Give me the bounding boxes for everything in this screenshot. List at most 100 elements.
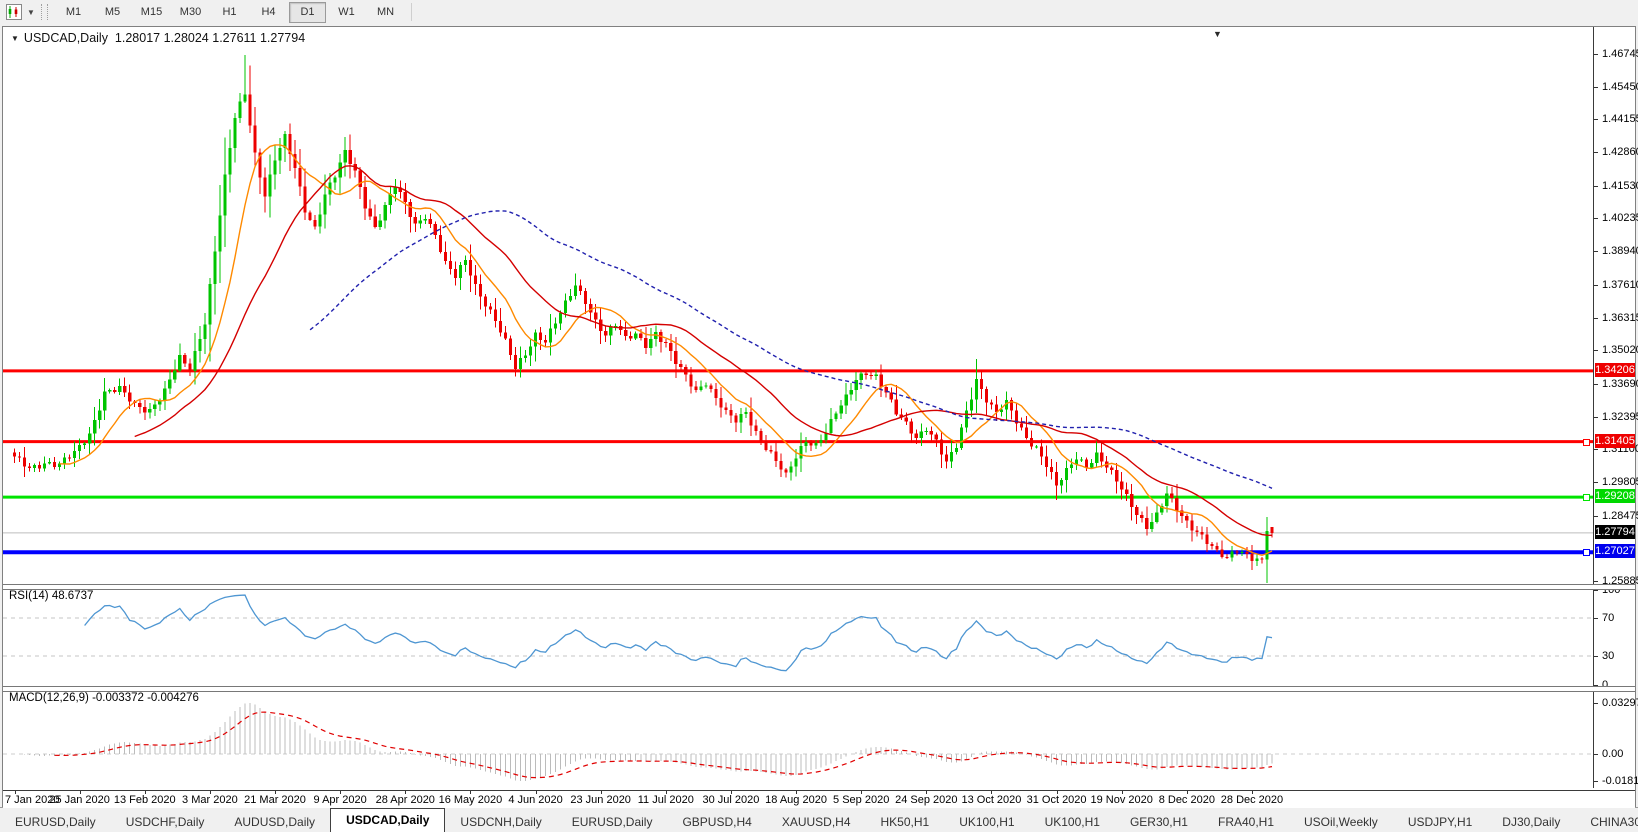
price-axis-tick — [1594, 449, 1598, 451]
date-label: 11 Jul 2020 — [637, 794, 694, 806]
price-axis-tick — [1594, 54, 1598, 55]
date-label: 25 Jan 2020 — [49, 794, 110, 806]
price-axis-tick — [1594, 581, 1598, 583]
timeframe-button-mn[interactable]: MN — [367, 2, 404, 23]
toolbar-grip[interactable] — [41, 4, 48, 20]
price-axis-label: 1.42860 — [1602, 146, 1638, 159]
date-label: 28 Dec 2020 — [1220, 794, 1284, 806]
macd-pane[interactable] — [3, 690, 1593, 790]
chart-tab-fra40-h1[interactable]: FRA40,H1 — [1203, 812, 1289, 832]
price-axis-label: 1.46745 — [1602, 48, 1638, 60]
price-axis-tick — [1594, 218, 1598, 220]
chart-tab-eurusd-daily[interactable]: EURUSD,Daily — [0, 812, 111, 832]
price-axis-tick — [1594, 416, 1598, 418]
date-label: 24 Sep 2020 — [895, 794, 958, 806]
chart-tab-usdjpy-h1[interactable]: USDJPY,H1 — [1393, 812, 1487, 832]
rsi-indicator-label: RSI(14) 48.6737 — [9, 590, 94, 602]
price-axis-tick — [1594, 515, 1598, 517]
down-triangle-icon[interactable]: ▼ — [11, 34, 19, 43]
price-axis-label: 1.36315 — [1602, 311, 1638, 324]
price-axis-tick — [1594, 284, 1598, 286]
chart-tab-uk100-h1[interactable]: UK100,H1 — [944, 812, 1029, 832]
timeframe-button-h4[interactable]: H4 — [250, 2, 287, 23]
chart-tab-ger30-h1[interactable]: GER30,H1 — [1115, 812, 1203, 832]
price-axis-tick — [1594, 383, 1598, 385]
macd-indicator-label: MACD(12,26,9) -0.003372 -0.004276 — [9, 692, 199, 704]
timeframe-button-m30[interactable]: M30 — [172, 2, 209, 23]
chart-tab-china300-h1[interactable]: CHINA300,H1 — [1575, 812, 1638, 832]
ma-line-25[interactable] — [134, 165, 1273, 536]
timeframe-button-m15[interactable]: M15 — [133, 2, 170, 23]
price-axis-tick — [1594, 482, 1598, 484]
date-label: 30 Jul 2020 — [702, 794, 760, 806]
price-badge: 1.34206 — [1595, 362, 1635, 377]
price-axis-label: 1.32395 — [1602, 410, 1638, 423]
chart-shift-marker[interactable]: ▼ — [1213, 29, 1222, 39]
date-label: 18 Aug 2020 — [765, 794, 827, 806]
price-axis-label: 1.44155 — [1602, 113, 1638, 126]
level-line-handle[interactable] — [1583, 549, 1590, 557]
ma-line-60[interactable] — [309, 210, 1273, 489]
date-label: 9 Apr 2020 — [313, 794, 367, 806]
chart-title: ▼ USDCAD,Daily 1.28017 1.28024 1.27611 1.… — [11, 31, 305, 45]
price-axis-tick — [1594, 251, 1598, 253]
candlestick-chart-icon — [6, 4, 22, 20]
price-axis-tick — [1594, 86, 1598, 88]
chart-tab-xauusd-h4[interactable]: XAUUSD,H4 — [767, 812, 866, 832]
level-line-handle[interactable] — [1583, 494, 1590, 502]
date-label: 16 May 2020 — [438, 794, 503, 806]
chart-window: ▼ USDCAD,Daily 1.28017 1.28024 1.27611 1.… — [2, 26, 1638, 808]
timeframe-toolbar: ▼ M1 M5 M15 M30 H1 H4 D1 W1 MN — [0, 0, 1638, 24]
date-label: 13 Oct 2020 — [961, 794, 1022, 806]
rsi-axis-label: 30 — [1602, 650, 1615, 662]
price-axis-label: 1.33690 — [1602, 377, 1638, 390]
pane-splitter[interactable] — [3, 686, 1635, 692]
date-label: 13 Feb 2020 — [113, 794, 176, 806]
chart-tab-usdcnh-daily[interactable]: USDCNH,Daily — [445, 812, 556, 832]
timeframe-button-m5[interactable]: M5 — [94, 2, 131, 23]
price-axis-label: 1.35020 — [1602, 344, 1638, 357]
horizontal-level-lines[interactable] — [3, 369, 1593, 555]
timeframe-button-d1[interactable]: D1 — [289, 1, 326, 23]
chart-tab-dj30-daily[interactable]: DJ30,Daily — [1487, 812, 1575, 832]
candlestick-chart-icon[interactable] — [3, 2, 25, 22]
rsi-pane[interactable] — [3, 588, 1593, 686]
date-label: 31 Oct 2020 — [1026, 794, 1087, 806]
rsi-axis-tick — [1594, 656, 1598, 657]
price-axis-label: 1.41530 — [1602, 179, 1638, 192]
chart-symbol-label: USDCAD,Daily — [23, 31, 108, 45]
candles-layer — [12, 54, 1274, 583]
macd-axis-label: 0.00 — [1602, 748, 1624, 760]
price-axis-separator — [1593, 27, 1594, 788]
date-label: 4 Jun 2020 — [508, 794, 563, 806]
chart-tab-uk100-h1[interactable]: UK100,H1 — [1030, 812, 1115, 832]
macd-axis-tick — [1594, 754, 1598, 755]
timeframe-button-w1[interactable]: W1 — [328, 2, 365, 23]
date-label: 8 Dec 2020 — [1158, 794, 1215, 806]
date-axis: 7 Jan 2020 25 Jan 2020 13 Feb 2020 3 Mar 20… — [3, 790, 1635, 808]
price-axis-tick — [1594, 119, 1598, 121]
timeframe-button-m1[interactable]: M1 — [55, 2, 92, 23]
price-axis-label: 1.29805 — [1602, 476, 1638, 489]
price-badge: 1.31405 — [1595, 433, 1635, 448]
chart-tab-usdchf-daily[interactable]: USDCHF,Daily — [111, 812, 220, 832]
chart-tab-audusd-daily[interactable]: AUDUSD,Daily — [219, 812, 330, 832]
timeframe-button-h1[interactable]: H1 — [211, 2, 248, 23]
price-badge: 1.27794 — [1595, 524, 1635, 539]
main-price-pane[interactable] — [3, 27, 1593, 584]
rsi-axis-label: 70 — [1602, 612, 1615, 624]
pane-splitter[interactable] — [3, 584, 1635, 590]
level-line-handle[interactable] — [1583, 438, 1590, 446]
price-axis-tick — [1594, 317, 1598, 319]
chart-tab-usdcad-daily[interactable]: USDCAD,Daily — [330, 808, 446, 832]
price-axis-tick — [1594, 185, 1598, 187]
chevron-down-icon[interactable]: ▼ — [25, 8, 37, 17]
chart-tab-hk50-h1[interactable]: HK50,H1 — [866, 812, 945, 832]
chart-tab-usoil-weekly[interactable]: USOil,Weekly — [1289, 812, 1393, 832]
price-axis-label: 1.37610 — [1602, 278, 1638, 291]
chart-tab-gbpusd-h4[interactable]: GBPUSD,H4 — [667, 812, 766, 832]
chart-tab-eurusd-daily[interactable]: EURUSD,Daily — [557, 812, 668, 832]
macd-axis-label: 0.032972 — [1602, 697, 1638, 709]
ma-line-10[interactable] — [59, 144, 1273, 557]
price-axis-label: 1.45450 — [1602, 80, 1638, 93]
